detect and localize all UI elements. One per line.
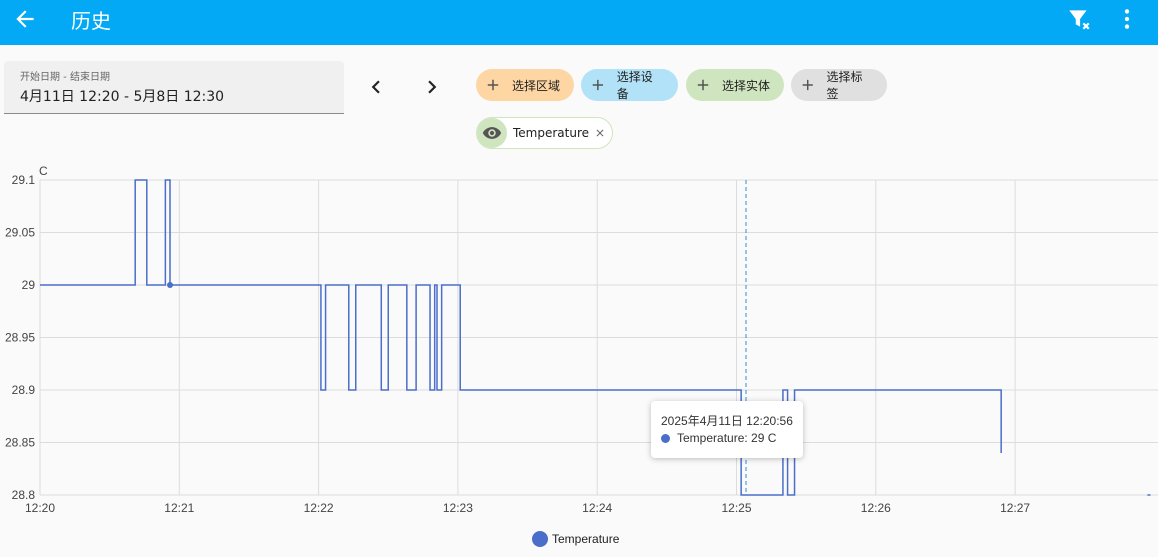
y-tick-label: 28.95 bbox=[5, 331, 35, 345]
plus-icon bbox=[592, 79, 604, 91]
legend-swatch bbox=[532, 531, 548, 547]
entity-chip-temperature[interactable]: Temperature bbox=[476, 117, 613, 149]
chevron-right-icon[interactable] bbox=[419, 74, 445, 100]
x-tick-label: 12:26 bbox=[861, 501, 891, 515]
x-tick-label: 12:21 bbox=[164, 501, 194, 515]
chevron-left-icon[interactable] bbox=[363, 74, 389, 100]
date-range-label: 开始日期 - 结束日期 bbox=[20, 72, 110, 83]
select-area-label: 选择区域 bbox=[512, 78, 561, 93]
tooltip-series-dot bbox=[661, 434, 670, 443]
select-entity-label: 选择实体 bbox=[722, 78, 771, 93]
page-title: 历史 bbox=[71, 9, 111, 33]
chart-legend-item[interactable]: Temperature bbox=[532, 530, 619, 548]
select-entity-button[interactable]: 选择实体 bbox=[686, 69, 784, 101]
select-label-button[interactable]: 选择标签 bbox=[791, 69, 887, 101]
x-tick-label: 12:23 bbox=[443, 501, 473, 515]
y-axis-unit-label: C bbox=[39, 164, 48, 178]
select-device-button[interactable]: 选择设备 bbox=[581, 69, 678, 101]
filter-remove-icon[interactable] bbox=[1066, 6, 1092, 32]
close-icon[interactable] bbox=[594, 127, 606, 139]
legend-label: Temperature bbox=[552, 532, 620, 546]
top-app-bar: 历史 bbox=[0, 0, 1158, 45]
tooltip-value: Temperature: 29 C bbox=[677, 431, 777, 445]
y-tick-label: 28.9 bbox=[12, 383, 36, 397]
plus-icon bbox=[487, 79, 499, 91]
chart-tooltip: 2025年4月11日 12:20:56 Temperature: 29 C bbox=[651, 401, 803, 458]
plus-icon bbox=[697, 79, 709, 91]
select-area-button[interactable]: 选择区域 bbox=[476, 69, 574, 101]
y-tick-label: 29.05 bbox=[5, 226, 35, 240]
select-device-label: 选择设备 bbox=[616, 70, 653, 101]
dots-vertical-icon[interactable] bbox=[1114, 6, 1140, 32]
date-range-value: 4月11日 12:20 - 5月8日 12:30 bbox=[20, 89, 225, 105]
plus-icon bbox=[802, 79, 813, 91]
entity-chip-label: Temperature bbox=[513, 126, 590, 140]
y-tick-label: 29.1 bbox=[12, 173, 36, 187]
x-tick-label: 12:24 bbox=[582, 501, 612, 515]
y-tick-label: 28.85 bbox=[5, 436, 35, 450]
tooltip-time: 2025年4月11日 12:20:56 bbox=[661, 414, 793, 428]
date-range-picker[interactable]: 开始日期 - 结束日期 4月11日 12:20 - 5月8日 12:30 bbox=[4, 61, 344, 114]
x-tick-label: 12:25 bbox=[721, 501, 751, 515]
history-chart[interactable]: 29.1 29.05 29 28.95 28.9 28.85 28.812:20 12:21 1… bbox=[0, 160, 1158, 525]
select-label-label: 选择标签 bbox=[826, 70, 863, 101]
y-tick-label: 28.8 bbox=[12, 488, 36, 502]
x-tick-label: 12:22 bbox=[304, 501, 334, 515]
eye-icon bbox=[477, 118, 507, 148]
y-tick-label: 29 bbox=[22, 278, 36, 292]
x-tick-label: 12:27 bbox=[1000, 501, 1030, 515]
hovered-data-point bbox=[167, 282, 174, 288]
x-tick-label: 12:20 bbox=[25, 501, 55, 515]
arrow-left-icon[interactable] bbox=[12, 6, 38, 32]
